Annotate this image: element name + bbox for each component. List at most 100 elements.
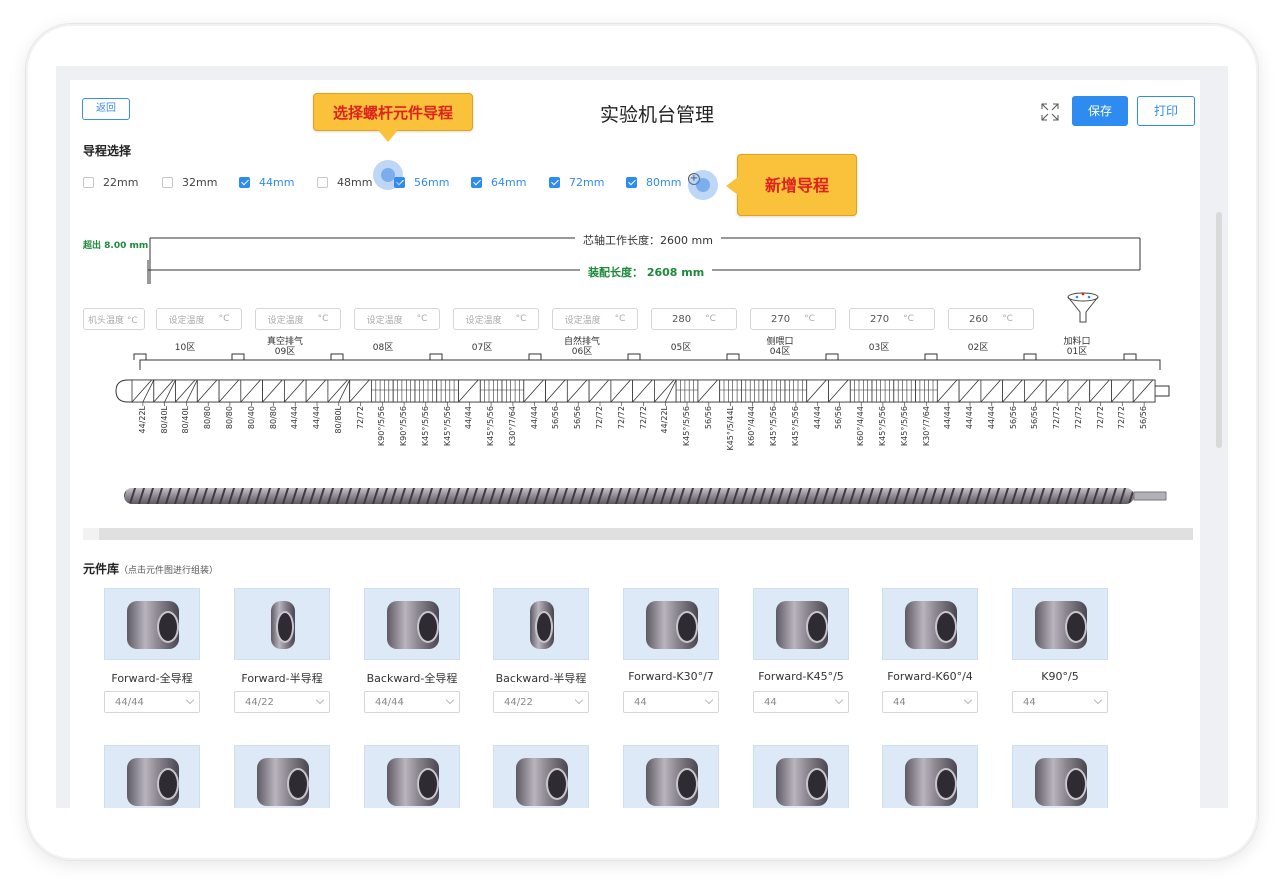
element-image[interactable]: [623, 745, 719, 808]
library-element[interactable]: [616, 745, 726, 808]
lead-select-dropdown[interactable]: 44: [1012, 691, 1108, 713]
element-image[interactable]: [753, 588, 849, 660]
screw-element[interactable]: [501, 379, 525, 406]
screw-element[interactable]: [262, 379, 285, 406]
screw-element[interactable]: [196, 379, 220, 406]
screw-element[interactable]: [762, 379, 786, 406]
zone-temp-input[interactable]: 设定温度 °C: [156, 308, 242, 330]
screw-element[interactable]: [675, 379, 699, 406]
lead-option-22mm[interactable]: 22mm: [83, 172, 138, 192]
screw-element[interactable]: [240, 379, 264, 406]
screw-element[interactable]: [871, 379, 895, 406]
checkbox-icon[interactable]: [239, 176, 250, 188]
screw-element[interactable]: [806, 379, 829, 406]
lead-option-44mm[interactable]: 44mm: [239, 172, 294, 192]
screw-element[interactable]: [915, 379, 938, 406]
screw-element[interactable]: [283, 379, 307, 406]
library-element[interactable]: [357, 745, 467, 808]
library-element[interactable]: Backward-全导程 44/44: [357, 588, 467, 713]
screw-element[interactable]: [588, 379, 612, 406]
library-element[interactable]: Forward-K60°/4 44: [875, 588, 985, 713]
element-image[interactable]: [364, 588, 460, 660]
screw-element[interactable]: [392, 379, 416, 406]
screw-element[interactable]: [327, 379, 351, 406]
lead-select-dropdown[interactable]: 44/44: [104, 691, 200, 713]
library-element[interactable]: Forward-全导程 44/44: [97, 588, 207, 713]
screw-element[interactable]: [370, 379, 394, 406]
zone-temp-input[interactable]: 设定温度 °C: [354, 308, 440, 330]
screw-element[interactable]: [566, 379, 590, 406]
screw-element[interactable]: [436, 379, 459, 406]
screw-element[interactable]: [784, 379, 808, 406]
element-image[interactable]: [234, 588, 330, 660]
screw-element[interactable]: [1132, 379, 1156, 406]
screw-element[interactable]: [697, 379, 721, 406]
back-button[interactable]: 返回: [82, 98, 130, 120]
lead-option-80mm[interactable]: 80mm: [626, 172, 681, 192]
screw-element[interactable]: [654, 379, 677, 406]
lead-option-32mm[interactable]: 32mm: [162, 172, 217, 192]
screw-element[interactable]: [458, 379, 481, 406]
vertical-scrollbar[interactable]: [1216, 212, 1222, 448]
screw-element[interactable]: [545, 379, 568, 406]
screw-element[interactable]: [741, 379, 764, 406]
lead-select-dropdown[interactable]: 44/44: [364, 691, 460, 713]
screw-element[interactable]: [1067, 379, 1091, 406]
screw-element[interactable]: [175, 379, 198, 406]
element-image[interactable]: [234, 745, 330, 808]
element-image[interactable]: [623, 588, 719, 660]
zone-temp-input[interactable]: 270 °C: [849, 308, 935, 330]
screw-element[interactable]: [610, 379, 634, 406]
print-button[interactable]: 打印: [1137, 96, 1195, 126]
zone-temp-input[interactable]: 设定温度 °C: [552, 308, 638, 330]
checkbox-icon[interactable]: [162, 176, 173, 188]
element-image[interactable]: [104, 745, 200, 808]
zone-temp-input[interactable]: 260 °C: [948, 308, 1034, 330]
library-element[interactable]: K90°/5 44: [1005, 588, 1115, 713]
element-image[interactable]: [493, 745, 589, 808]
lead-select-dropdown[interactable]: 44: [753, 691, 849, 713]
save-button[interactable]: 保存: [1072, 96, 1128, 126]
checkbox-icon[interactable]: [549, 176, 560, 188]
lead-select-dropdown[interactable]: 44: [623, 691, 719, 713]
element-image[interactable]: [882, 745, 978, 808]
zone-temp-input[interactable]: 270 °C: [750, 308, 836, 330]
screw-element[interactable]: [1045, 379, 1069, 406]
library-element[interactable]: [746, 745, 856, 808]
lead-select-dropdown[interactable]: 44/22: [493, 691, 589, 713]
library-element[interactable]: [875, 745, 985, 808]
library-element[interactable]: Forward-K30°/7 44: [616, 588, 726, 713]
element-image[interactable]: [1012, 588, 1108, 660]
screw-element[interactable]: [414, 379, 438, 406]
lead-select-dropdown[interactable]: 44: [882, 691, 978, 713]
screw-element[interactable]: [980, 379, 1004, 406]
horizontal-scrollbar[interactable]: [83, 528, 1193, 540]
screw-element[interactable]: [632, 379, 655, 406]
screw-element[interactable]: [958, 379, 982, 406]
screw-element[interactable]: [849, 379, 873, 406]
screw-element[interactable]: [828, 379, 851, 406]
library-element[interactable]: Forward-半导程 44/22: [227, 588, 337, 713]
screw-element[interactable]: [479, 379, 503, 406]
zone-temp-input[interactable]: 设定温度 °C: [255, 308, 341, 330]
checkbox-icon[interactable]: [626, 176, 637, 188]
library-element[interactable]: Forward-K45°/5 44: [746, 588, 856, 713]
library-element[interactable]: [97, 745, 207, 808]
element-image[interactable]: [882, 588, 978, 660]
screw-element[interactable]: [719, 379, 742, 406]
library-element[interactable]: [227, 745, 337, 808]
element-image[interactable]: [753, 745, 849, 808]
lead-option-64mm[interactable]: 64mm: [471, 172, 526, 192]
element-image[interactable]: [1012, 745, 1108, 808]
zone-temp-input[interactable]: 280 °C: [651, 308, 737, 330]
checkbox-icon[interactable]: [317, 176, 328, 188]
element-image[interactable]: [364, 745, 460, 808]
screw-element[interactable]: [523, 379, 546, 406]
library-element[interactable]: [1005, 745, 1115, 808]
checkbox-icon[interactable]: [471, 176, 482, 188]
screw-element[interactable]: [305, 379, 329, 406]
scrollbar-thumb[interactable]: [83, 528, 99, 540]
screw-element[interactable]: [218, 379, 242, 406]
screw-element[interactable]: [936, 379, 960, 406]
lead-select-dropdown[interactable]: 44/22: [234, 691, 330, 713]
